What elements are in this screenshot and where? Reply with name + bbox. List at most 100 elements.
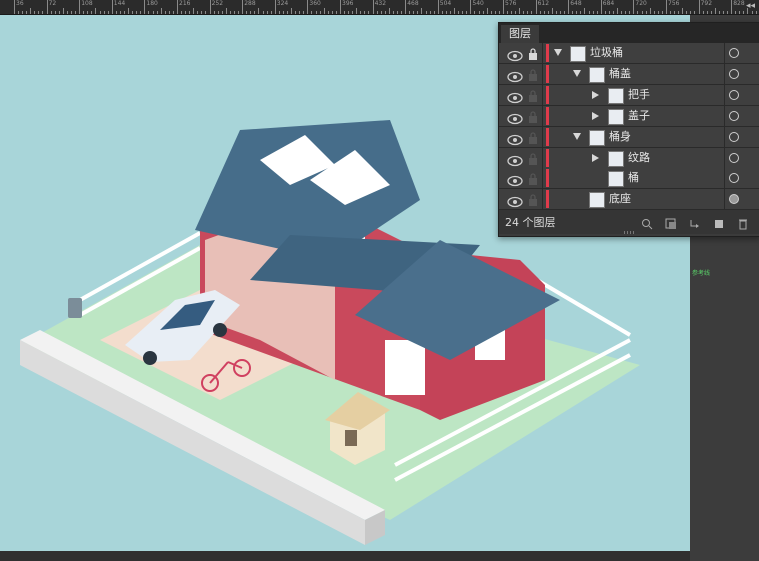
eye-icon[interactable] (507, 152, 523, 166)
ruler-mark (494, 11, 496, 14)
target-circle-icon[interactable] (729, 152, 739, 163)
ruler-mark (568, 0, 570, 14)
eye-icon[interactable] (507, 47, 523, 62)
disclosure-down-icon[interactable] (573, 132, 581, 140)
ruler-mark (87, 11, 89, 14)
lock-placeholder-icon[interactable] (528, 151, 538, 165)
layer-color-bar (546, 106, 549, 125)
layer-name[interactable]: 盖子 (628, 108, 650, 124)
column-separator (542, 168, 543, 189)
ruler-mark (360, 11, 362, 14)
layer-name[interactable]: 纹路 (628, 150, 650, 166)
layer-row[interactable]: 桶盖 (499, 63, 759, 85)
clipping-mask-icon[interactable] (665, 215, 677, 229)
eye-icon[interactable] (507, 68, 523, 83)
ruler-mark (209, 0, 211, 14)
ruler-tick-label: 684 (602, 0, 615, 7)
ruler-mark (193, 8, 195, 14)
target-circle-icon[interactable] (729, 110, 739, 121)
lock-placeholder-icon[interactable] (528, 192, 538, 207)
lock-placeholder-icon[interactable] (528, 130, 538, 144)
column-separator (724, 168, 725, 189)
column-separator (724, 84, 725, 105)
ruler-tick-label: 648 (570, 0, 582, 7)
layer-row[interactable]: 桶身 (499, 126, 759, 148)
ruler-mark (368, 11, 370, 14)
ruler-mark (572, 11, 574, 14)
layer-row[interactable]: 把手 (499, 84, 759, 106)
lock-placeholder-icon[interactable] (528, 109, 538, 123)
panel-tab-bar: 图层 (499, 23, 759, 43)
ruler-mark (156, 11, 158, 14)
ruler-mark (287, 11, 288, 14)
ruler-tick-label: 216 (179, 0, 191, 7)
column-separator (542, 189, 543, 210)
ruler-tick-label: 324 (276, 0, 289, 7)
layer-row[interactable]: 纹路 (499, 147, 759, 169)
target-circle-icon[interactable] (729, 68, 739, 79)
ruler-mark (674, 11, 676, 14)
layer-name[interactable]: 桶 (628, 170, 639, 186)
target-circle-icon[interactable] (729, 48, 739, 58)
texture-thumbnail-icon (608, 150, 624, 167)
layer-name[interactable]: 桶身 (609, 129, 631, 145)
column-separator (542, 43, 543, 63)
disclosure-down-icon[interactable] (573, 69, 581, 77)
eye-icon[interactable] (507, 110, 523, 124)
layer-name[interactable]: 底座 (609, 191, 631, 207)
resize-grip[interactable] (624, 231, 636, 234)
ruler-mark (132, 11, 134, 14)
layer-row[interactable]: 盖子 (499, 105, 759, 127)
layer-row[interactable]: 底座 (499, 189, 759, 211)
disclosure-down-icon[interactable] (554, 49, 562, 56)
ruler-mark (124, 11, 125, 14)
lock-placeholder-icon[interactable] (528, 171, 538, 186)
ruler-mark (617, 8, 619, 14)
lock-placeholder-icon[interactable] (528, 88, 538, 102)
ruler-mark (213, 11, 215, 14)
ruler-mark (564, 11, 566, 14)
delete-icon[interactable] (737, 215, 749, 230)
eye-icon[interactable] (507, 89, 523, 103)
layer-name[interactable]: 桶盖 (609, 66, 631, 82)
target-circle-icon[interactable] (729, 131, 739, 142)
layer-name[interactable]: 垃圾桶 (590, 45, 623, 61)
eye-icon[interactable] (507, 193, 523, 208)
layer-row[interactable]: 垃圾桶 (499, 43, 759, 64)
layer-name[interactable]: 把手 (628, 87, 650, 103)
ruler-mark (234, 11, 236, 14)
lock-placeholder-icon[interactable] (528, 67, 538, 81)
ruler-mark (274, 0, 276, 14)
ruler-mark (433, 11, 435, 14)
layers-panel[interactable]: 图层 垃圾桶 桶盖 把手 盖子 桶身 纹路桶底座 24 个图层 (498, 22, 759, 237)
new-layer-icon[interactable] (713, 215, 725, 228)
eye-icon[interactable] (507, 172, 523, 187)
ruler-mark (657, 11, 659, 14)
horizontal-ruler[interactable]: ◂◂ 36 72 108 144 180 216 252 288 324 360 396 432 468… (0, 0, 759, 15)
lock-icon[interactable] (528, 46, 538, 60)
ruler-mark (454, 8, 456, 14)
target-circle-icon[interactable] (729, 89, 739, 100)
ruler-mark (670, 11, 672, 14)
target-circle-icon[interactable] (729, 194, 739, 205)
ruler-mark (250, 11, 252, 14)
disclosure-right-icon[interactable] (592, 90, 599, 99)
new-sublayer-icon[interactable] (689, 215, 701, 228)
search-icon[interactable] (641, 215, 653, 230)
ruler-mark (99, 11, 101, 14)
ruler-mark (678, 11, 680, 14)
disclosure-right-icon[interactable] (592, 111, 599, 120)
layer-row[interactable]: 桶 (499, 168, 759, 190)
disclosure-right-icon[interactable] (592, 153, 599, 162)
ruler-mark (482, 11, 484, 14)
ruler-mark (551, 8, 553, 14)
ruler-tick-label: 468 (407, 0, 419, 7)
ruler-mark (172, 11, 174, 14)
tab-layers[interactable]: 图层 (501, 25, 539, 43)
ruler-mark (335, 11, 337, 14)
ruler-mark (103, 11, 105, 14)
layer-color-bar (546, 64, 549, 83)
target-circle-icon[interactable] (729, 173, 739, 184)
ruler-mark (474, 11, 476, 14)
eye-icon[interactable] (507, 131, 523, 145)
